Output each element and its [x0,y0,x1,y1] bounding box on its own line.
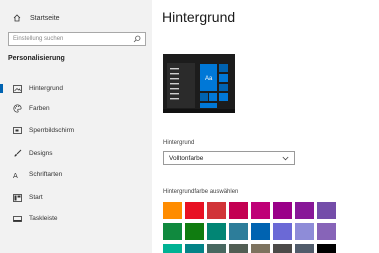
color-swatch[interactable] [295,223,314,240]
color-swatch[interactable] [295,244,314,253]
search-placeholder: Einstellung suchen [13,36,64,42]
start-icon [12,193,22,202]
color-swatch[interactable] [207,202,226,219]
background-type-value: Volltonfarbe [169,154,204,162]
sidebar-item-taskleiste[interactable]: Taskleiste [0,212,152,225]
home-icon [12,14,22,22]
desktop-preview: Aa [163,54,235,113]
sidebar-item-schriftarten[interactable]: A Schriftarten [0,168,152,181]
color-swatch[interactable] [317,223,336,240]
color-swatch[interactable] [317,202,336,219]
chevron-down-icon [282,155,289,162]
sidebar-item-label: Schriftarten [29,171,63,178]
sidebar-item-label: Farben [29,105,50,112]
color-swatch[interactable] [229,223,248,240]
color-swatch[interactable] [229,202,248,219]
sidebar-item-designs[interactable]: Designs [0,147,152,160]
sidebar-item-farben[interactable]: Farben [0,102,152,115]
color-swatch[interactable] [163,244,182,253]
color-swatch-grid [163,202,338,253]
background-label: Hintergrund [163,140,195,146]
home-link[interactable]: Startseite [12,12,60,24]
svg-text:A: A [13,172,18,179]
page-title: Hintergrund [162,9,236,25]
color-swatch[interactable] [273,202,292,219]
color-swatch[interactable] [273,244,292,253]
sidebar-item-label: Hintergrund [29,85,63,92]
palette-icon [12,104,22,113]
sidebar-item-start[interactable]: Start [0,191,152,204]
sidebar-item-label: Taskleiste [29,215,58,222]
font-icon: A [12,171,22,179]
color-swatch[interactable] [163,223,182,240]
color-swatch[interactable] [273,223,292,240]
color-swatch[interactable] [229,244,248,253]
color-swatch[interactable] [295,202,314,219]
home-label: Startseite [30,14,60,22]
color-swatch[interactable] [207,244,226,253]
color-swatch[interactable] [185,244,204,253]
brush-icon [12,149,22,158]
sidebar-item-label: Designs [29,150,53,157]
taskbar-icon [12,215,22,223]
sidebar: Startseite Einstellung suchen Personalis… [0,0,152,253]
sidebar-item-label: Sperrbildschirm [29,127,75,134]
picture-icon [12,84,22,93]
color-swatch[interactable] [251,202,270,219]
color-picker-label: Hintergrundfarbe auswählen [163,189,239,195]
search-input[interactable]: Einstellung suchen [8,32,146,46]
lock-screen-icon [12,126,22,135]
section-title: Personalisierung [8,55,65,62]
color-swatch[interactable] [251,244,270,253]
color-swatch[interactable] [163,202,182,219]
color-swatch[interactable] [185,202,204,219]
background-type-select[interactable]: Volltonfarbe [163,151,295,165]
color-swatch[interactable] [207,223,226,240]
search-icon [132,35,141,44]
color-swatch[interactable] [317,244,336,253]
sidebar-item-sperrbildschirm[interactable]: Sperrbildschirm [0,124,152,137]
color-swatch[interactable] [251,223,270,240]
sidebar-item-label: Start [29,194,43,201]
color-swatch[interactable] [185,223,204,240]
preview-sample-text: Aa [205,76,213,82]
sidebar-item-hintergrund[interactable]: Hintergrund [0,82,152,95]
